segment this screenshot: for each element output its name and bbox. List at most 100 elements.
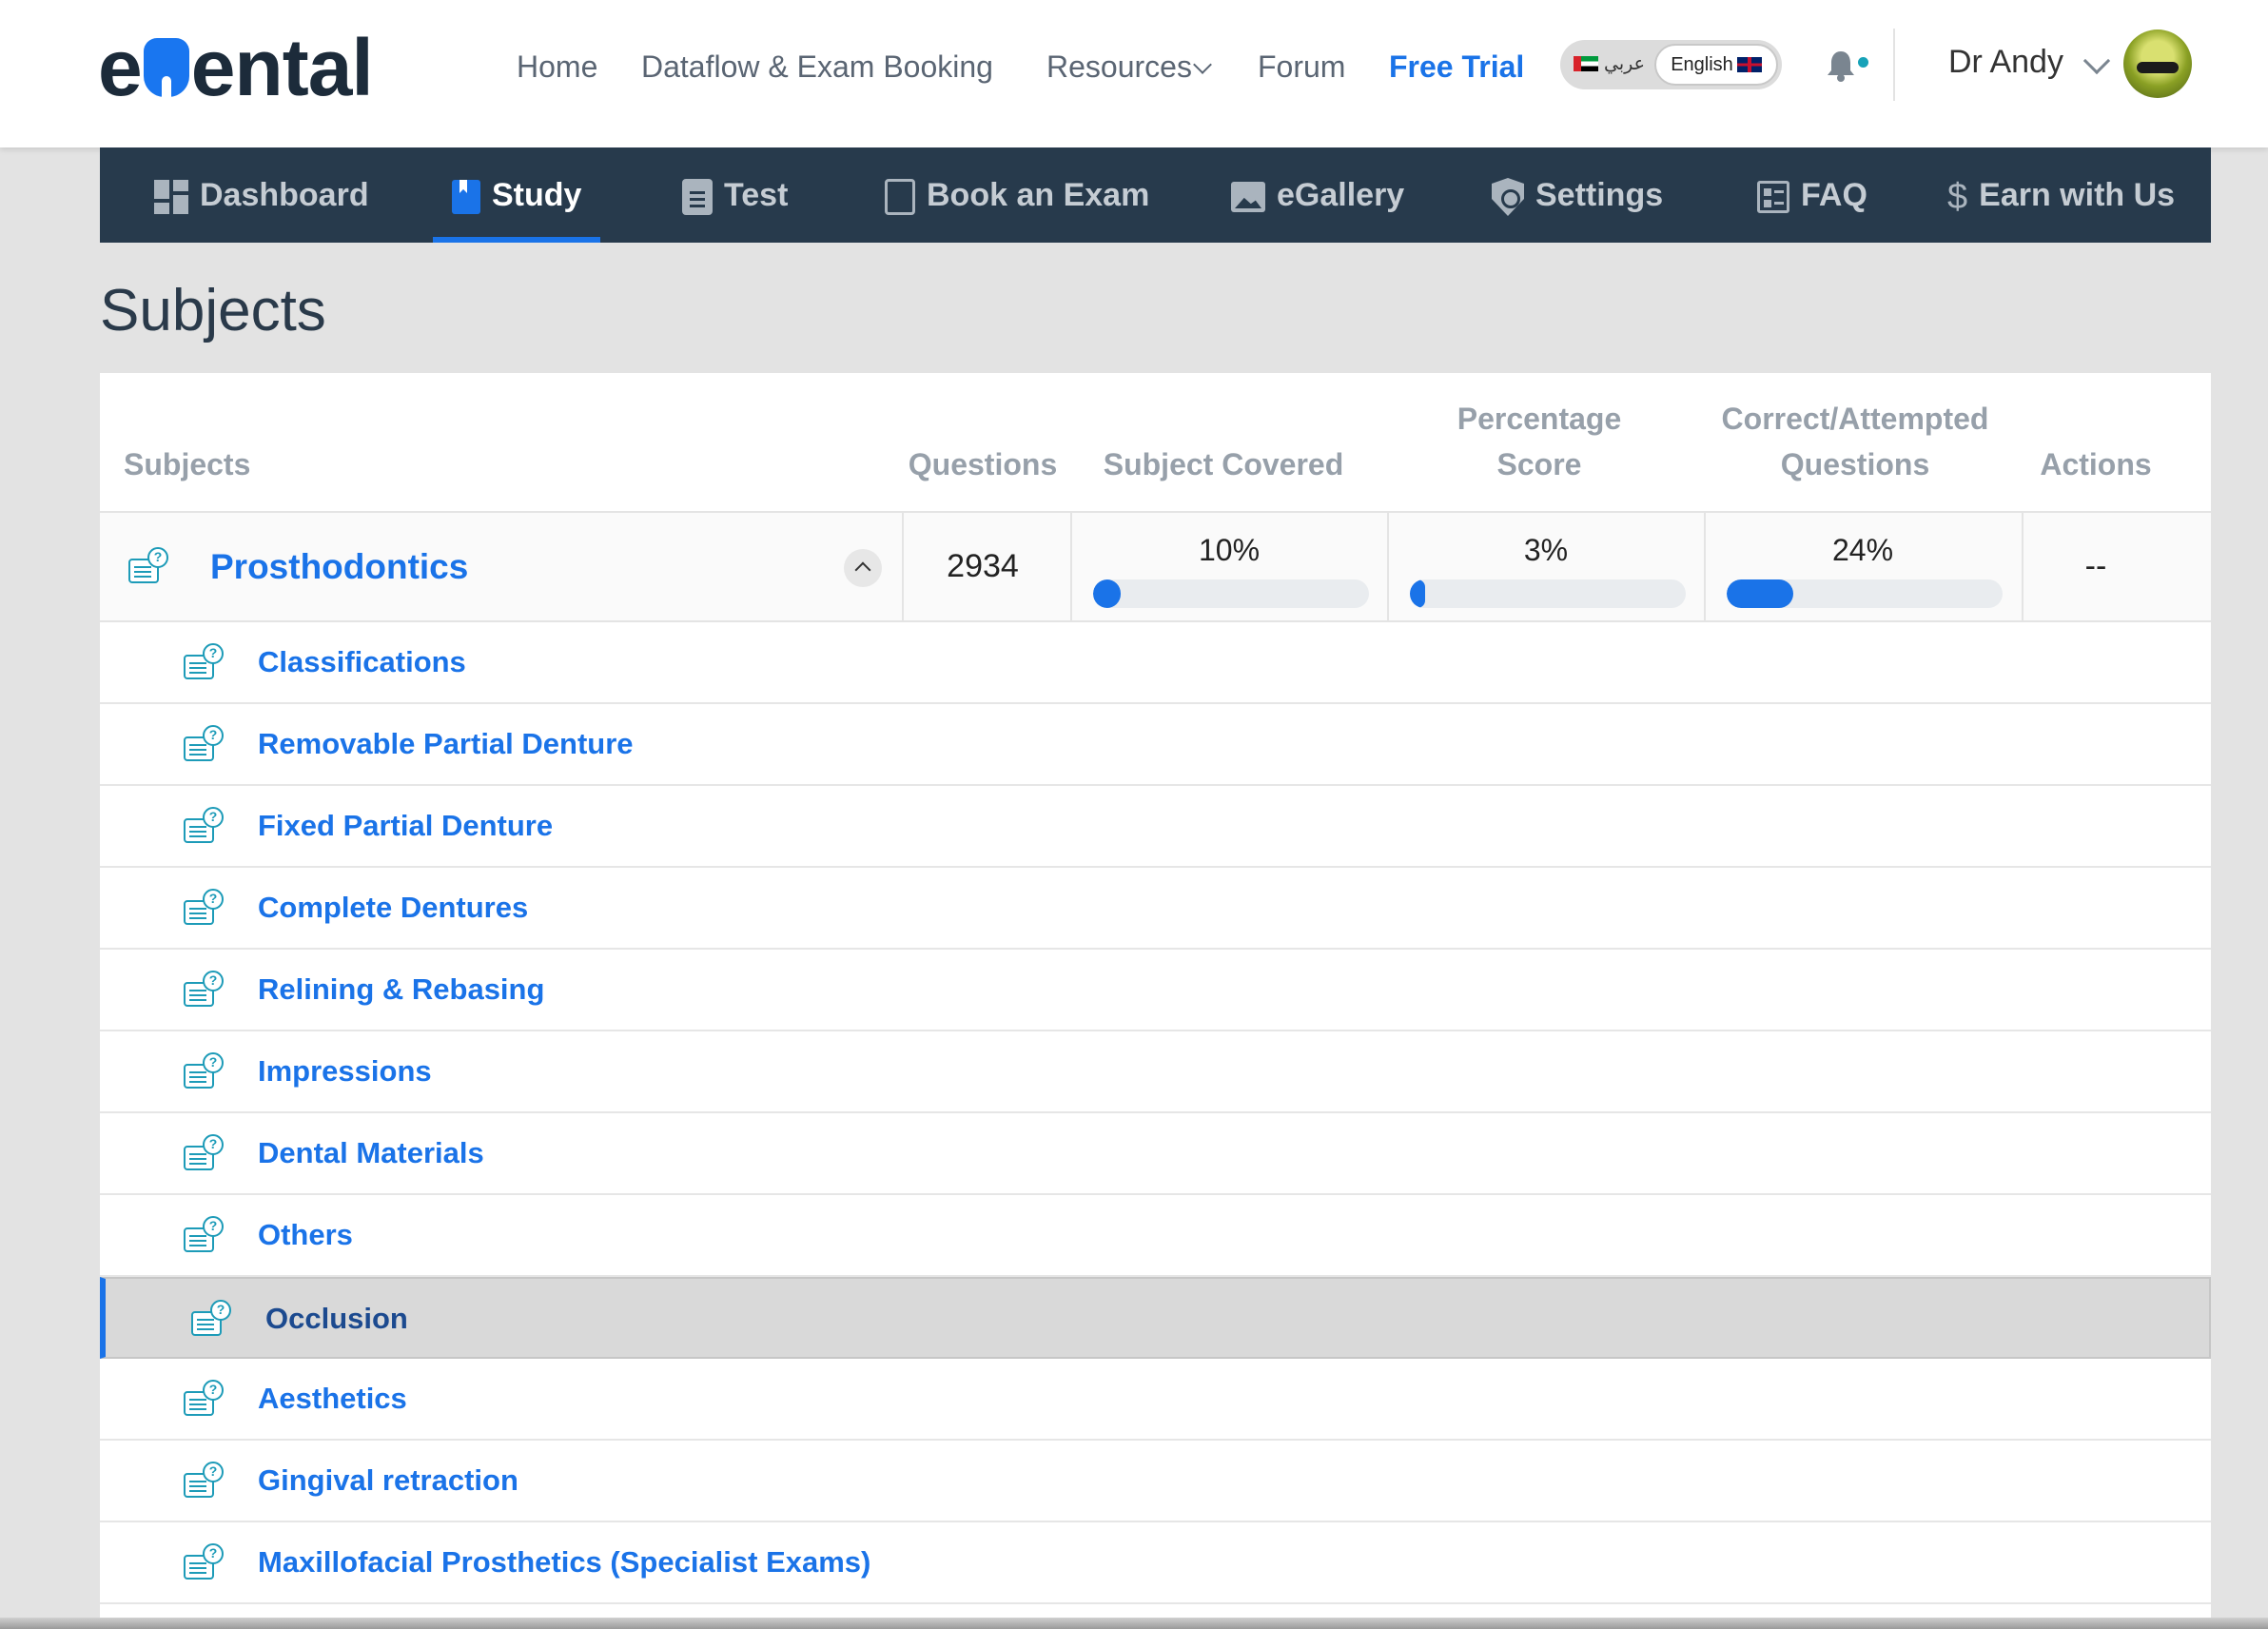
- percentage-score-progress: [1410, 579, 1686, 608]
- tab-dashboard[interactable]: Dashboard: [154, 147, 369, 243]
- header-questions: Questions: [908, 447, 1058, 481]
- topic-label[interactable]: Classifications: [258, 622, 466, 702]
- header-correct-attempted: Correct/Attempted Questions: [1698, 396, 2012, 487]
- question-chat-icon: ?: [184, 971, 227, 1009]
- correct-attempted-value: 24%: [1831, 533, 1894, 567]
- uae-flag-icon: [1574, 56, 1598, 71]
- tab-study[interactable]: Study: [433, 147, 601, 243]
- topic-label[interactable]: Complete Dentures: [258, 868, 528, 948]
- edental-logo[interactable]: e ental: [98, 27, 374, 108]
- progress-fill: [1410, 579, 1425, 608]
- faq-icon: [1757, 181, 1789, 214]
- progress-fill: [1727, 579, 1793, 608]
- header-correct-attempted-line1: Correct/Attempted: [1721, 402, 1989, 436]
- topic-label[interactable]: Relining & Rebasing: [258, 950, 544, 1030]
- list-item[interactable]: ? Fixed Partial Denture: [100, 786, 2211, 868]
- table-header: Subjects Questions Subject Covered Perce…: [100, 373, 2211, 511]
- clipboard-outline-icon: [885, 179, 915, 216]
- topic-label[interactable]: Gingival retraction: [258, 1441, 518, 1521]
- topic-label[interactable]: Occlusion: [265, 1279, 408, 1359]
- percentage-score-value: 3%: [1523, 533, 1569, 567]
- question-chat-icon: ?: [184, 1543, 227, 1581]
- question-chat-icon: ?: [184, 1052, 227, 1090]
- topic-list: ? Classifications? Removable Partial Dentu…: [100, 622, 2211, 1604]
- actions-value: --: [2084, 548, 2107, 584]
- list-item[interactable]: ? Removable Partial Denture: [100, 704, 2211, 786]
- tab-egallery[interactable]: eGallery: [1231, 147, 1404, 243]
- list-item[interactable]: ? Aesthetics: [100, 1359, 2211, 1441]
- tab-settings[interactable]: Settings: [1492, 147, 1663, 243]
- list-item[interactable]: ? Complete Dentures: [100, 868, 2211, 950]
- subject-covered-progress: [1093, 579, 1369, 608]
- avatar[interactable]: [2123, 29, 2192, 98]
- nav-link-free-trial[interactable]: Free Trial: [1389, 43, 1524, 90]
- subject-row[interactable]: ? Prosthodontics 2934 10% 3% 24% --: [100, 511, 2211, 622]
- list-item[interactable]: ? Occlusion: [100, 1277, 2211, 1359]
- subject-name[interactable]: Prosthodontics: [210, 513, 468, 620]
- list-item[interactable]: ? Gingival retraction: [100, 1441, 2211, 1522]
- tooth-logo-icon: [143, 38, 189, 97]
- tab-test[interactable]: Test: [682, 147, 788, 243]
- list-item[interactable]: ? Maxillofacial Prosthetics (Specialist E…: [100, 1522, 2211, 1604]
- list-item[interactable]: ? Relining & Rebasing: [100, 950, 2211, 1031]
- question-chat-icon: ?: [184, 1462, 227, 1500]
- subject-covered-cell: 10%: [1072, 513, 1386, 620]
- nav-link-forum[interactable]: Forum: [1258, 43, 1345, 90]
- clipboard-icon: [682, 179, 713, 216]
- topic-label[interactable]: Removable Partial Denture: [258, 704, 634, 784]
- dashboard-icon: [154, 180, 188, 215]
- list-item[interactable]: ? Impressions: [100, 1031, 2211, 1113]
- header-percentage-score: Percentage Score: [1382, 396, 1696, 487]
- subjects-table: Subjects Questions Subject Covered Perce…: [100, 373, 2211, 1629]
- tab-book-an-exam[interactable]: Book an Exam: [885, 147, 1149, 243]
- topic-label[interactable]: Dental Materials: [258, 1113, 484, 1193]
- list-item[interactable]: ? Classifications: [100, 622, 2211, 704]
- bell-icon[interactable]: [1827, 49, 1855, 82]
- topic-label[interactable]: Others: [258, 1195, 353, 1275]
- correct-attempted-cell: 24%: [1706, 513, 2020, 620]
- notification-dot: [1858, 57, 1868, 68]
- tab-faq[interactable]: FAQ: [1757, 147, 1867, 243]
- question-chat-icon: ?: [184, 1216, 227, 1254]
- language-toggle[interactable]: عربي English: [1560, 40, 1782, 89]
- lang-option-english[interactable]: English: [1654, 44, 1778, 86]
- header-percentage-score-line1: Percentage: [1457, 402, 1622, 436]
- cell-divider: [2022, 513, 2024, 620]
- topic-label[interactable]: Fixed Partial Denture: [258, 786, 553, 866]
- collapse-button[interactable]: [844, 549, 882, 587]
- header-correct-attempted-line2: Questions: [1780, 447, 1930, 481]
- question-chat-icon: ?: [128, 547, 172, 585]
- list-item[interactable]: ? Dental Materials: [100, 1113, 2211, 1195]
- chevron-down-icon: [1193, 55, 1212, 74]
- topic-label[interactable]: Aesthetics: [258, 1359, 407, 1439]
- subject-covered-value: 10%: [1198, 533, 1261, 567]
- topic-label[interactable]: Impressions: [258, 1031, 432, 1111]
- nav-link-home[interactable]: Home: [517, 43, 597, 90]
- question-chat-icon: ?: [184, 725, 227, 763]
- dollar-icon: $: [1947, 177, 1968, 218]
- top-header: e ental Home Dataflow & Exam Booking Reso…: [0, 0, 2268, 147]
- list-item[interactable]: ? Others: [100, 1195, 2211, 1277]
- nav-link-resources[interactable]: Resources: [1046, 43, 1212, 90]
- question-chat-icon: ?: [184, 1134, 227, 1172]
- progress-fill: [1093, 579, 1121, 608]
- shield-icon: [1492, 178, 1524, 217]
- header-divider: [1893, 29, 1895, 101]
- question-count: 2934: [947, 548, 1019, 584]
- user-menu-chevron-icon[interactable]: [2082, 47, 2111, 75]
- question-chat-icon: ?: [191, 1300, 235, 1338]
- nav-link-dataflow[interactable]: Dataflow & Exam Booking: [641, 43, 993, 90]
- question-chat-icon: ?: [184, 807, 227, 845]
- lang-option-arabic[interactable]: عربي: [1574, 40, 1645, 89]
- window-bottom-edge: [0, 1618, 2268, 1629]
- header-subjects: Subjects: [124, 447, 251, 481]
- topic-label[interactable]: Maxillofacial Prosthetics (Specialist Ex…: [258, 1522, 870, 1602]
- question-chat-icon: ?: [184, 1380, 227, 1418]
- header-subject-covered: Subject Covered: [1103, 447, 1344, 481]
- correct-attempted-progress: [1727, 579, 2003, 608]
- uk-flag-icon: [1736, 57, 1762, 72]
- tab-earn-with-us[interactable]: $ Earn with Us: [1947, 147, 2175, 243]
- book-icon: [452, 180, 480, 215]
- user-name[interactable]: Dr Andy: [1948, 38, 2063, 86]
- header-actions: Actions: [2040, 447, 2152, 481]
